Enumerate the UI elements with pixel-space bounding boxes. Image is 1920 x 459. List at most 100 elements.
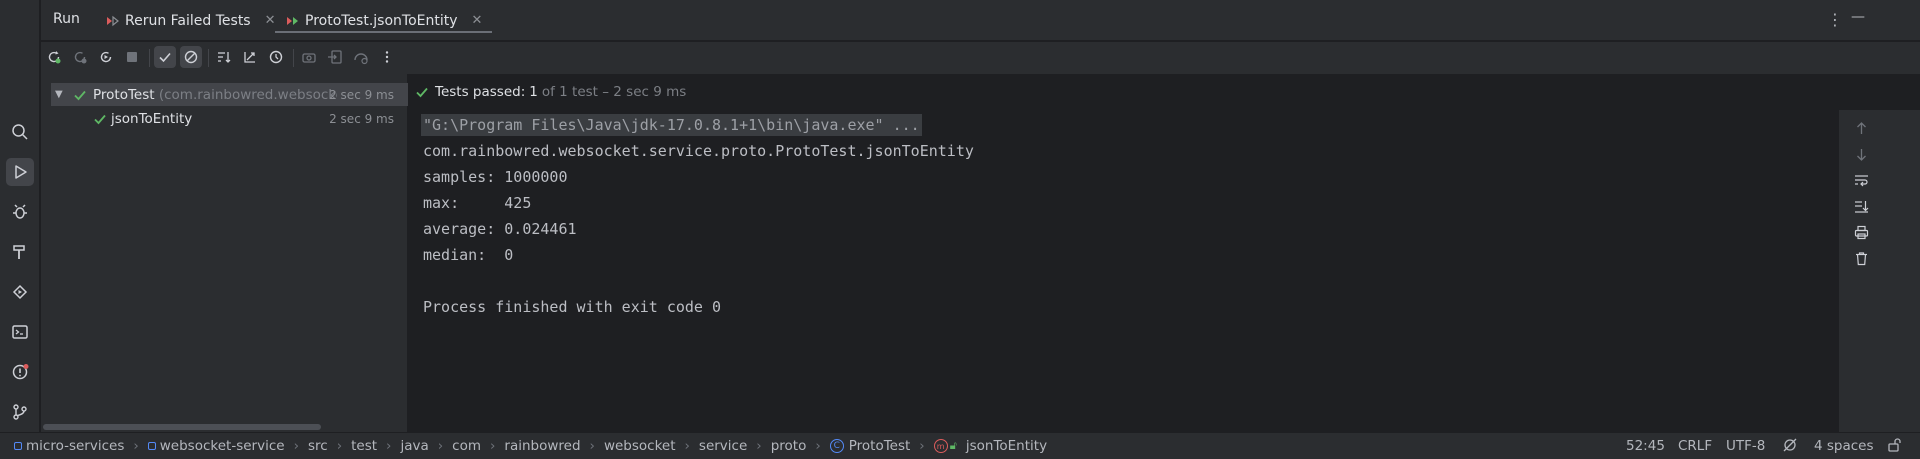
breadcrumb-separator: › [437, 438, 444, 454]
breadcrumb-item[interactable]: websocket [604, 438, 676, 454]
console-line: samples: 1000000 [423, 168, 568, 186]
close-icon[interactable]: ✕ [472, 13, 483, 28]
tests-passed-detail: of 1 test – 2 sec 9 ms [541, 84, 687, 100]
print-icon[interactable] [1851, 222, 1871, 242]
toolbar-separator [208, 49, 209, 67]
file-encoding[interactable]: UTF-8 [1726, 438, 1765, 454]
console-line: max: 425 [423, 194, 532, 212]
search-icon[interactable] [6, 118, 34, 146]
more-options-icon[interactable]: ⋮ [1827, 10, 1843, 29]
passed-check-icon [74, 90, 86, 100]
breadcrumb-separator: › [386, 438, 392, 454]
breadcrumb-separator: › [336, 438, 343, 454]
tab-rerun-failed-tests[interactable]: Rerun Failed Tests ✕ [105, 0, 276, 41]
test-class-name: ProtoTest (com.rainbowred.websocke [93, 87, 337, 103]
test-status-line: Tests passed: 1 of 1 test – 2 sec 9 ms [409, 74, 1920, 110]
console-line: median: 0 [423, 246, 514, 264]
soft-wrap-icon[interactable] [1851, 170, 1871, 190]
scroll-to-end-icon[interactable] [1851, 196, 1871, 216]
more-icon[interactable] [376, 46, 398, 68]
toolbar-separator [293, 49, 294, 67]
line-separator[interactable]: CRLF [1678, 438, 1712, 454]
arrow-down-icon[interactable] [1851, 144, 1871, 164]
console-side-toolbar [1839, 110, 1920, 432]
breadcrumb-item[interactable]: ProtoTest [849, 438, 911, 454]
sort-duration-icon[interactable] [239, 46, 261, 68]
show-passed-icon[interactable] [154, 46, 176, 68]
module-icon [14, 442, 22, 450]
close-icon[interactable]: ✕ [265, 13, 276, 28]
breadcrumb-separator: › [293, 438, 299, 454]
unlocked-icon[interactable] [1886, 437, 1902, 457]
breadcrumb-item[interactable]: com [452, 438, 481, 454]
run-toolbar [41, 42, 1920, 74]
tab-label: ProtoTest.jsonToEntity [305, 12, 458, 29]
readonly-toggle-icon[interactable] [1782, 437, 1798, 457]
rerun-icon[interactable] [43, 46, 65, 68]
trash-icon[interactable] [1851, 248, 1871, 268]
rerun-failed-icon [107, 15, 119, 26]
build-icon[interactable] [6, 238, 34, 266]
import-tests-icon[interactable] [324, 46, 346, 68]
breadcrumb-item[interactable]: micro-services [26, 438, 124, 454]
breadcrumb-item[interactable]: src [308, 438, 328, 454]
breadcrumb-item[interactable]: rainbowred [504, 438, 580, 454]
run-icon[interactable] [6, 158, 34, 186]
class-icon: C [829, 439, 844, 453]
problems-icon[interactable] [6, 358, 34, 386]
tree-item-jsontoentity[interactable]: jsonToEntity 2 sec 9 ms [41, 107, 408, 130]
test-results-tree: ▼ ProtoTest (com.rainbowred.websocke 2 s… [41, 74, 408, 432]
breadcrumb-separator: › [815, 438, 821, 454]
console-line: com.rainbowred.websocket.service.proto.P… [423, 142, 974, 160]
test-method-name: jsonToEntity [111, 110, 193, 127]
breadcrumb-separator: › [133, 438, 139, 454]
breadcrumb-separator: › [489, 438, 496, 454]
toggle-auto-test-icon[interactable] [95, 46, 117, 68]
breadcrumb-separator: › [589, 438, 595, 454]
passed-check-icon [416, 87, 428, 98]
stop-icon[interactable] [121, 46, 143, 68]
camera-icon[interactable] [298, 46, 320, 68]
breadcrumb-item[interactable]: jsonToEntity [966, 438, 1047, 454]
sort-alpha-icon[interactable] [213, 46, 235, 68]
chevron-down-icon[interactable]: ▼ [55, 89, 63, 100]
git-icon[interactable] [6, 398, 34, 426]
arrow-up-icon[interactable] [1851, 118, 1871, 138]
coverage-icon[interactable] [350, 46, 372, 68]
test-class-label: ProtoTest [93, 86, 155, 103]
breadcrumb-item[interactable]: websocket-service [160, 438, 285, 454]
breadcrumb: micro-services › websocket-service › src… [14, 438, 1047, 454]
breadcrumb-item[interactable]: service [699, 438, 747, 454]
services-icon[interactable] [6, 278, 34, 306]
breadcrumb-separator: › [684, 438, 690, 454]
status-bar: micro-services › websocket-service › src… [0, 432, 1920, 459]
breadcrumb-item[interactable]: test [351, 438, 377, 454]
console-line: Process finished with exit code 0 [423, 298, 722, 316]
tests-passed-count: 1 [529, 84, 538, 100]
run-tab-bar: Run Rerun Failed Tests ✕ ProtoTest.jsonT… [41, 0, 1920, 41]
test-config-icon [287, 16, 298, 25]
caret-position[interactable]: 52:45 [1626, 438, 1665, 454]
rerun-failed-icon[interactable] [69, 46, 91, 68]
console-output[interactable]: "G:\Program Files\Java\jdk-17.0.8.1+1\bi… [409, 110, 1839, 432]
minimize-icon[interactable]: — [1851, 9, 1865, 25]
breadcrumb-item[interactable]: proto [771, 438, 807, 454]
breadcrumb-separator: › [756, 438, 762, 454]
breadcrumb-item[interactable]: java [400, 438, 428, 454]
tests-passed-label: Tests passed: [435, 84, 526, 100]
history-icon[interactable] [265, 46, 287, 68]
indent-setting[interactable]: 4 spaces [1814, 438, 1874, 454]
method-icon: m [933, 439, 948, 453]
console-command-line[interactable]: "G:\Program Files\Java\jdk-17.0.8.1+1\bi… [421, 114, 922, 136]
terminal-icon[interactable] [6, 318, 34, 346]
tree-item-prototest[interactable]: ▼ ProtoTest (com.rainbowred.websocke 2 s… [51, 83, 408, 106]
test-duration: 2 sec 9 ms [329, 87, 394, 102]
show-ignored-icon[interactable] [180, 46, 202, 68]
tool-window-strip [0, 0, 40, 432]
debug-icon[interactable] [6, 198, 34, 226]
tab-prototest-jsontoentity[interactable]: ProtoTest.jsonToEntity ✕ [274, 0, 493, 41]
test-package-label: (com.rainbowred.websocke [158, 86, 337, 103]
module-icon [147, 442, 156, 450]
horizontal-scrollbar[interactable] [43, 424, 321, 430]
run-window-title: Run [53, 11, 80, 27]
